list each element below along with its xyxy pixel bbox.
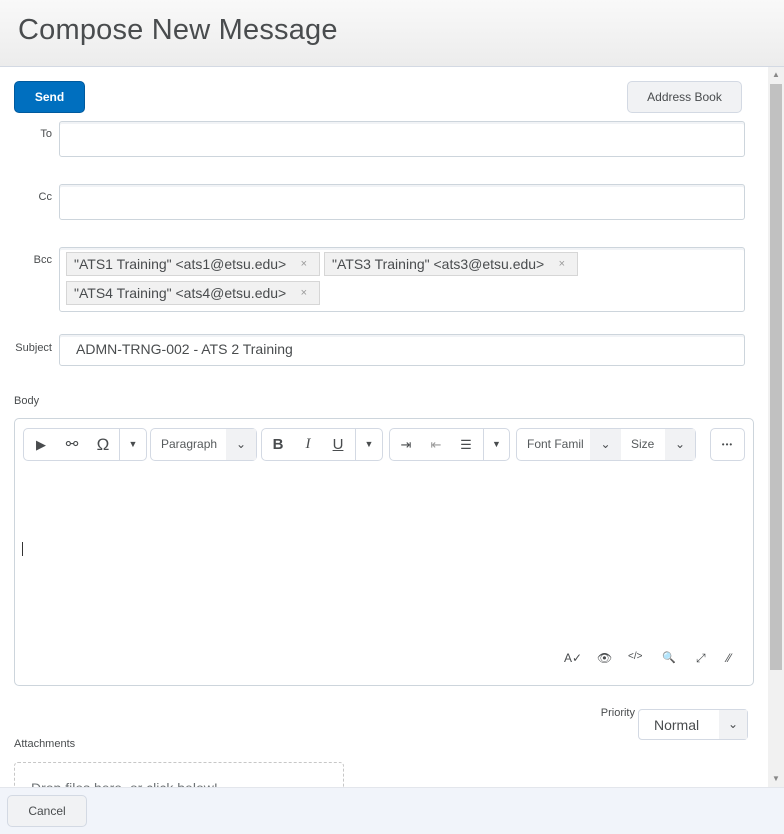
subject-input[interactable]: ADMN-TRNG-002 - ATS 2 Training — [59, 334, 745, 366]
chevron-down-icon[interactable]: ⌄ — [590, 429, 621, 460]
recipient-chip: "ATS4 Training" <ats4@etsu.edu> × — [66, 281, 320, 305]
dialog-header: Compose New Message — [0, 0, 784, 67]
source-code-icon[interactable]: </> — [628, 651, 642, 662]
to-label: To — [40, 128, 52, 140]
dialog-footer: Cancel — [0, 787, 784, 834]
insert-group: ▶ ⚯ Ω ▼ — [23, 428, 147, 461]
scroll-up-arrow[interactable]: ▲ — [768, 67, 784, 83]
italic-button[interactable]: I — [294, 429, 322, 460]
cc-field[interactable] — [59, 184, 745, 220]
underline-button[interactable]: U — [324, 429, 352, 460]
priority-select[interactable]: Normal ⌄ — [638, 709, 748, 740]
scrollbar-thumb[interactable] — [770, 84, 782, 670]
font-family-select[interactable]: Font Famil — [527, 429, 584, 460]
cc-label: Cc — [38, 191, 52, 203]
accessibility-check-icon[interactable]: 👁 — [597, 651, 612, 665]
resize-handle-icon[interactable]: ⁄⁄ — [727, 651, 731, 665]
bold-button[interactable]: B — [264, 429, 292, 460]
list-group: ⇥ ⇤ ☰ ▼ — [389, 428, 510, 461]
bullet-list-icon[interactable]: ☰ — [452, 429, 480, 460]
attachments-label: Attachments — [14, 738, 76, 750]
chevron-down-icon[interactable]: ⌄ — [665, 429, 695, 460]
to-field[interactable] — [59, 121, 745, 157]
format-select[interactable]: Paragraph ⌄ — [150, 428, 257, 461]
insert-media-icon[interactable]: ▶ — [26, 429, 56, 460]
cancel-button[interactable]: Cancel — [7, 795, 87, 827]
outdent-icon[interactable]: ⇤ — [422, 429, 450, 460]
text-style-more-dropdown[interactable]: ▼ — [356, 429, 382, 460]
link-icon[interactable]: ⚯ — [57, 429, 87, 460]
body-label: Body — [14, 395, 40, 407]
indent-icon[interactable]: ⇥ — [392, 429, 420, 460]
font-size-select[interactable]: Size — [631, 429, 654, 460]
insert-more-dropdown[interactable]: ▼ — [120, 429, 146, 460]
file-drop-zone[interactable]: Drop files here, or click below! — [14, 762, 344, 787]
recipient-chip: "ATS1 Training" <ats1@etsu.edu> × — [66, 252, 320, 276]
preview-icon[interactable]: 🔍 — [662, 651, 676, 664]
fullscreen-icon[interactable]: ⤢ — [696, 651, 706, 666]
remove-recipient-icon[interactable]: × — [301, 282, 307, 304]
subject-label: Subject — [15, 342, 52, 354]
page-title: Compose New Message — [18, 14, 338, 46]
body-editor[interactable]: ▶ ⚯ Ω ▼ Paragraph ⌄ B I U ▼ ⇥ ⇤ ☰ ▼ Font… — [14, 418, 754, 686]
chevron-down-icon: ⌄ — [719, 710, 747, 739]
list-more-dropdown[interactable]: ▼ — [484, 429, 509, 460]
scroll-down-arrow[interactable]: ▼ — [768, 771, 784, 787]
spellcheck-icon[interactable]: A✓ — [564, 651, 582, 665]
more-actions-button[interactable]: ••• — [710, 428, 745, 461]
send-button[interactable]: Send — [14, 81, 85, 113]
remove-recipient-icon[interactable]: × — [301, 253, 307, 275]
address-book-button[interactable]: Address Book — [627, 81, 742, 113]
bcc-field[interactable]: "ATS1 Training" <ats1@etsu.edu> × "ATS3 … — [59, 247, 745, 312]
font-group: Font Famil ⌄ Size ⌄ — [516, 428, 696, 461]
remove-recipient-icon[interactable]: × — [559, 253, 565, 275]
text-style-group: B I U ▼ — [261, 428, 383, 461]
scrollbar[interactable]: ▲ ▼ — [768, 67, 784, 787]
text-cursor — [22, 542, 23, 556]
special-character-icon[interactable]: Ω — [88, 429, 118, 460]
ellipsis-icon: ••• — [721, 440, 734, 449]
compose-form: Send Address Book To Cc Bcc "ATS1 Traini… — [0, 67, 768, 787]
recipient-chip: "ATS3 Training" <ats3@etsu.edu> × — [324, 252, 578, 276]
chevron-down-icon: ⌄ — [226, 429, 256, 460]
bcc-label: Bcc — [33, 254, 52, 266]
priority-label: Priority — [600, 707, 635, 719]
